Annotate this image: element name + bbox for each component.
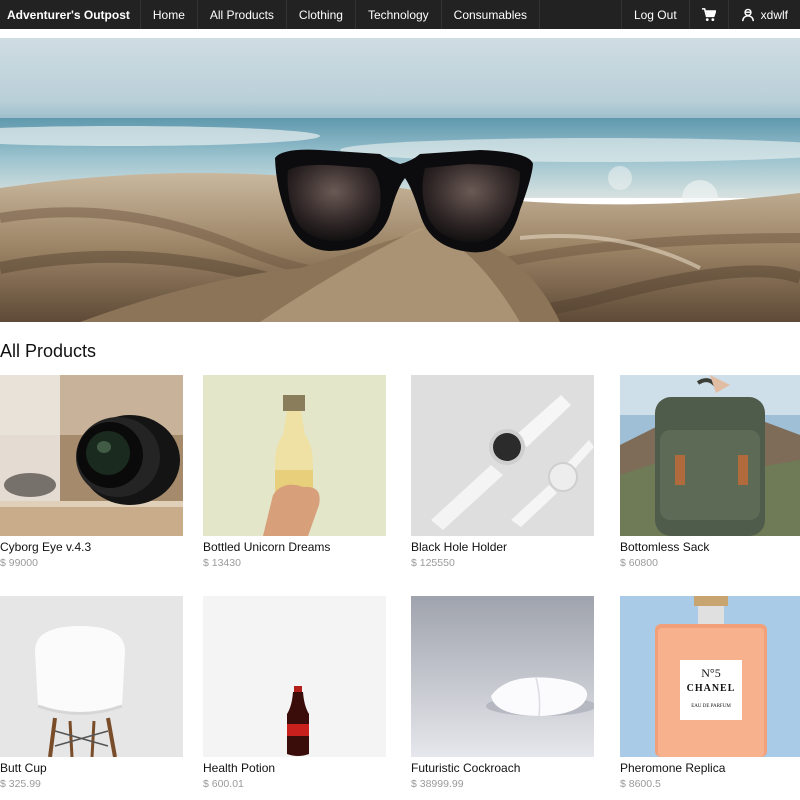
product-name: Futuristic Cockroach — [411, 761, 521, 775]
product-image — [0, 596, 183, 757]
nav-technology[interactable]: Technology — [356, 0, 442, 29]
hero-banner — [0, 38, 800, 322]
nav-links: Home All Products Clothing Technology Co… — [141, 0, 541, 29]
chair-image — [0, 596, 183, 757]
logout-link[interactable]: Log Out — [620, 0, 689, 29]
product-card[interactable]: Butt Cup $ 325.99 — [0, 596, 183, 790]
brand-link[interactable]: Adventurer's Outpost — [0, 0, 141, 29]
soda-bottle-image — [203, 596, 386, 757]
product-card[interactable]: Black Hole Holder $ 125550 — [411, 375, 594, 569]
product-image — [203, 375, 386, 536]
product-name: Pheromone Replica — [620, 761, 726, 775]
top-navbar: Adventurer's Outpost Home All Products C… — [0, 0, 800, 29]
product-price: $ 99000 — [0, 557, 38, 569]
product-price: $ 8600.5 — [620, 778, 661, 790]
product-image — [620, 375, 800, 536]
product-name: Butt Cup — [0, 761, 47, 775]
product-image — [411, 375, 594, 536]
product-card[interactable]: N°5 CHANEL EAU DE PARFUM Pheromone Repli… — [620, 596, 800, 790]
user-menu[interactable]: xdwlf — [727, 0, 800, 29]
cart-button[interactable] — [688, 0, 728, 29]
perfume-number: N°5 — [701, 666, 721, 680]
cart-icon — [701, 7, 716, 21]
product-card[interactable]: Health Potion $ 600.01 — [203, 596, 386, 790]
nav-home[interactable]: Home — [141, 0, 198, 29]
backpack-image — [620, 375, 800, 536]
product-name: Health Potion — [203, 761, 276, 775]
product-image — [203, 596, 386, 757]
product-card[interactable]: Cyborg Eye v.4.3 $ 99000 — [0, 375, 183, 569]
product-price: $ 38999.99 — [411, 778, 464, 790]
camera-lens-image — [0, 375, 183, 536]
nav-consumables[interactable]: Consumables — [442, 0, 541, 29]
product-price: $ 13430 — [203, 557, 241, 569]
product-price: $ 600.01 — [203, 778, 244, 790]
user-icon — [741, 8, 754, 21]
product-price: $ 125550 — [411, 557, 455, 569]
product-card[interactable]: Futuristic Cockroach $ 38999.99 — [411, 596, 594, 790]
perfume-type: EAU DE PARFUM — [691, 704, 731, 709]
product-name: Black Hole Holder — [411, 540, 508, 554]
perfume-label: N°5 CHANEL EAU DE PARFUM — [680, 660, 742, 720]
nav-all-products[interactable]: All Products — [198, 0, 287, 29]
hero-sunglasses-beach-image — [0, 38, 800, 322]
perfume-brand: CHANEL — [686, 683, 736, 694]
product-image: N°5 CHANEL EAU DE PARFUM — [620, 596, 800, 757]
product-image — [0, 375, 183, 536]
product-price: $ 325.99 — [0, 778, 41, 790]
section-title: All Products — [0, 341, 97, 361]
product-card[interactable]: Bottomless Sack $ 60800 — [620, 375, 800, 569]
smartwatches-image — [411, 375, 594, 536]
product-price: $ 60800 — [620, 557, 658, 569]
nav-account: Log Out xdwlf — [620, 0, 800, 29]
product-card[interactable]: Bottled Unicorn Dreams $ 13430 — [203, 375, 386, 569]
product-image — [411, 596, 594, 757]
nav-clothing[interactable]: Clothing — [287, 0, 356, 29]
product-name: Bottomless Sack — [620, 540, 710, 554]
bottle-image — [203, 375, 386, 536]
product-name: Bottled Unicorn Dreams — [203, 540, 331, 554]
product-name: Cyborg Eye v.4.3 — [0, 540, 92, 554]
username: xdwlf — [760, 7, 788, 22]
mouse-image — [411, 596, 594, 757]
